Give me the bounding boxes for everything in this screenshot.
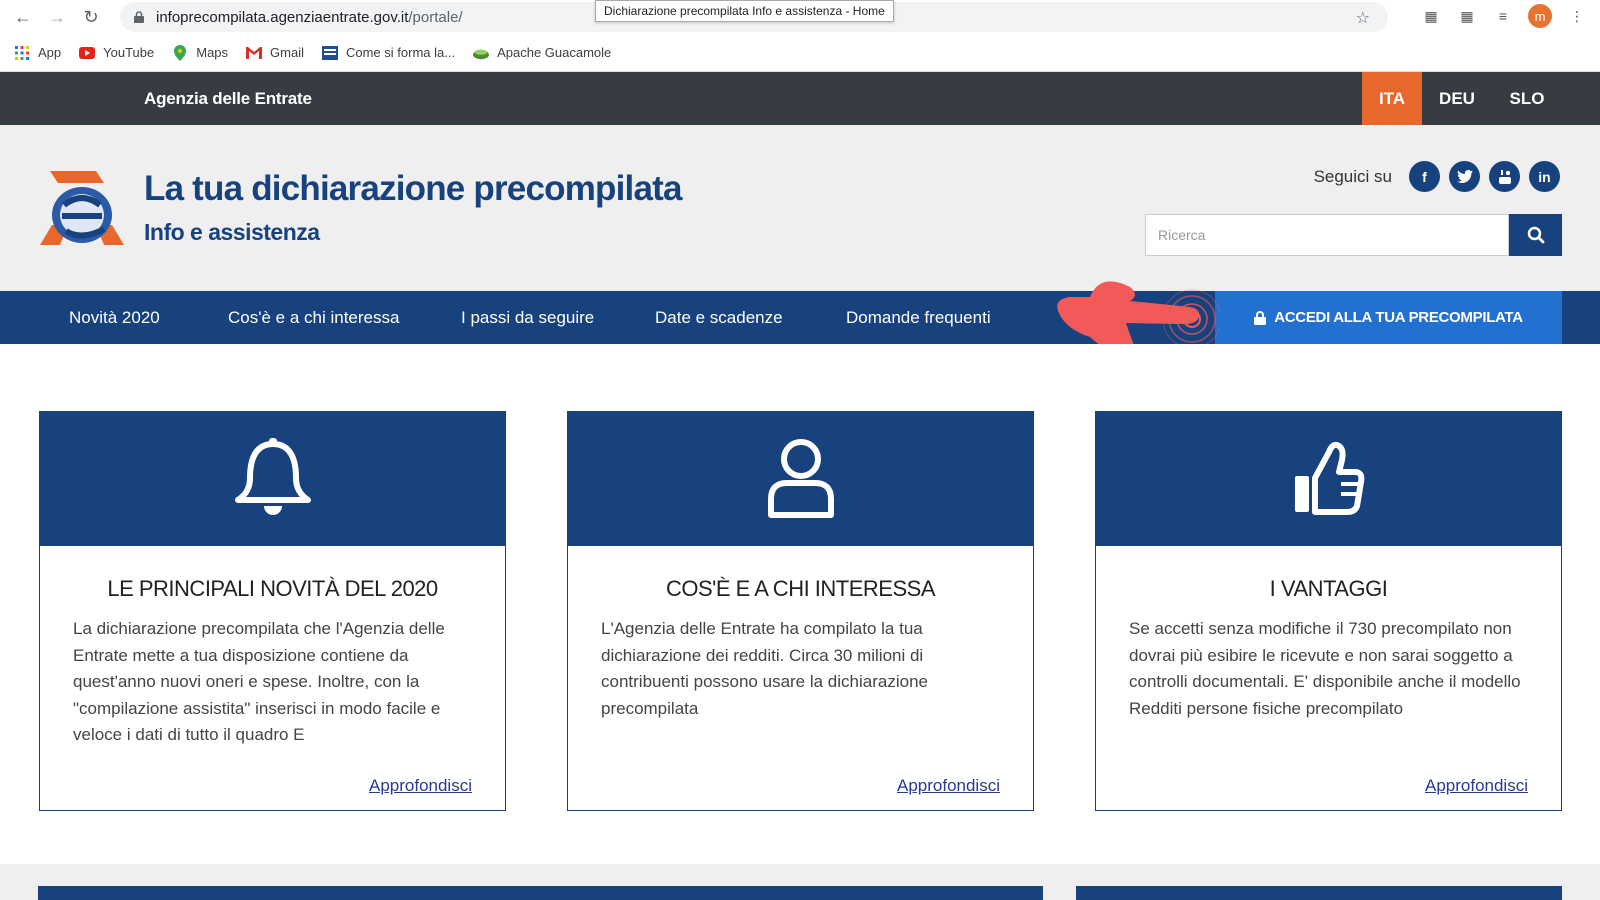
forward-icon[interactable]: → [42, 2, 72, 32]
agenzia-logo[interactable] [38, 169, 126, 249]
facebook-icon[interactable]: f [1409, 161, 1440, 192]
card-title: I VANTAGGI [1269, 576, 1388, 601]
tab-tooltip: Dichiarazione precompilata Info e assist… [595, 0, 894, 22]
card-cose: COS'È E A CHI INTERESSA L'Agenzia delle … [567, 411, 1034, 811]
gmail-icon [246, 45, 263, 61]
lang-deu[interactable]: DEU [1422, 72, 1492, 125]
card-text: La dichiarazione precompilata che l'Agen… [73, 619, 445, 744]
document-icon [321, 45, 338, 61]
bookmark-label: Maps [196, 45, 229, 60]
card-title: COS'È E A CHI INTERESSA [666, 576, 936, 601]
site-header: La tua dichiarazione precompilata Info e… [0, 125, 1600, 291]
language-switcher: ITA DEU SLO [1362, 72, 1562, 125]
profile-avatar[interactable]: m [1528, 4, 1552, 28]
search-box [1145, 214, 1562, 256]
card-header [40, 412, 505, 546]
bookmark-star-icon[interactable]: ☆ [1356, 8, 1370, 28]
card-title: LE PRINCIPALI NOVITÀ DEL 2020 [107, 576, 438, 601]
extension-icons: ▦ ▦ ≡ m ⋮ [1420, 4, 1588, 28]
next-section-panel [38, 886, 1043, 900]
user-icon [767, 439, 834, 518]
twitter-icon[interactable] [1449, 161, 1480, 192]
menu-kebab-icon[interactable]: ⋮ [1566, 5, 1588, 27]
nav-passi-da-seguire[interactable]: I passi da seguire [461, 291, 594, 344]
card-novita: LE PRINCIPALI NOVITÀ DEL 2020 La dichiar… [39, 411, 506, 811]
next-section-panel [1076, 886, 1562, 900]
lock-icon [1254, 310, 1267, 325]
back-icon[interactable]: ← [8, 2, 38, 32]
thumbs-up-icon [1294, 441, 1364, 515]
bookmark-youtube[interactable]: YouTube [79, 45, 154, 61]
nav-date-scadenze[interactable]: Date e scadenze [655, 291, 783, 344]
bookmark-label: Apache Guacamole [497, 45, 612, 60]
url-host: infoprecompilata.agenziaentrate.gov.it [156, 8, 409, 26]
lang-ita[interactable]: ITA [1362, 72, 1422, 125]
bookmark-guacamole[interactable]: Apache Guacamole [473, 45, 611, 61]
card-text: L'Agenzia delle Entrate ha compilato la … [601, 619, 928, 718]
search-icon [1527, 226, 1544, 244]
site-subtitle: Info e assistenza [144, 219, 320, 245]
grid-extension-icon[interactable]: ▦ [1456, 5, 1478, 27]
linkedin-icon[interactable]: in [1529, 161, 1560, 192]
apps-grid-icon [14, 45, 30, 61]
social-label: Seguici su [1313, 166, 1392, 186]
bell-icon [234, 438, 311, 515]
lock-icon [134, 11, 144, 23]
nav-novita-2020[interactable]: Novità 2020 [69, 291, 160, 344]
youtube-social-icon[interactable] [1489, 161, 1520, 192]
card-header [1096, 412, 1561, 546]
accedi-precompilata-button[interactable]: ACCEDI ALLA TUA PRECOMPILATA [1215, 291, 1562, 344]
reload-icon[interactable]: ↻ [76, 2, 106, 32]
bookmark-maps[interactable]: Maps [172, 44, 229, 61]
bookmark-label: YouTube [103, 45, 155, 60]
maps-pin-icon [172, 44, 188, 61]
search-input[interactable] [1145, 214, 1509, 256]
bookmark-label: Come si forma la... [345, 45, 456, 60]
card-vantaggi: I VANTAGGI Se accetti senza modifiche il… [1095, 411, 1562, 811]
site-topbar: Agenzia delle Entrate ITA DEU SLO [0, 72, 1600, 125]
lang-slo[interactable]: SLO [1492, 72, 1562, 125]
bookmarks-bar: App YouTube Maps Gmail Come si forma la.… [0, 34, 1600, 72]
bookmark-label: App [38, 45, 62, 60]
cards-section: LE PRINCIPALI NOVITÀ DEL 2020 La dichiar… [0, 344, 1600, 861]
approfondisci-link[interactable]: Approfondisci [369, 776, 472, 796]
guacamole-icon [473, 45, 490, 61]
bookmark-gmail[interactable]: Gmail [246, 45, 304, 61]
bookmark-come-si-forma[interactable]: Come si forma la... [321, 45, 456, 61]
browser-toolbar: ← → ↻ infoprecompilata.agenziaentrate.go… [0, 0, 1600, 34]
social-links: Seguici su f in [1314, 161, 1560, 192]
card-text: Se accetti senza modifiche il 730 precom… [1129, 619, 1521, 718]
search-button[interactable] [1509, 214, 1562, 256]
main-navigation: Novità 2020 Cos'è e a chi interessa I pa… [0, 281, 1600, 371]
approfondisci-link[interactable]: Approfondisci [897, 776, 1000, 796]
site-title[interactable]: La tua dichiarazione precompilata [144, 169, 682, 209]
org-name-link[interactable]: Agenzia delle Entrate [144, 89, 312, 109]
approfondisci-link[interactable]: Approfondisci [1425, 776, 1528, 796]
card-header [568, 412, 1033, 546]
youtube-icon [79, 45, 96, 61]
nav-cose-chi-interessa[interactable]: Cos'è e a chi interessa [228, 291, 399, 344]
url-path: /portale/ [408, 8, 463, 26]
accedi-label: ACCEDI ALLA TUA PRECOMPILATA [1274, 309, 1523, 326]
reading-list-icon[interactable]: ≡ [1492, 5, 1514, 27]
extension-icon[interactable]: ▦ [1420, 5, 1442, 27]
bookmark-app[interactable]: App [14, 45, 61, 61]
bookmark-label: Gmail [270, 45, 304, 60]
nav-domande-frequenti[interactable]: Domande frequenti [846, 291, 991, 344]
